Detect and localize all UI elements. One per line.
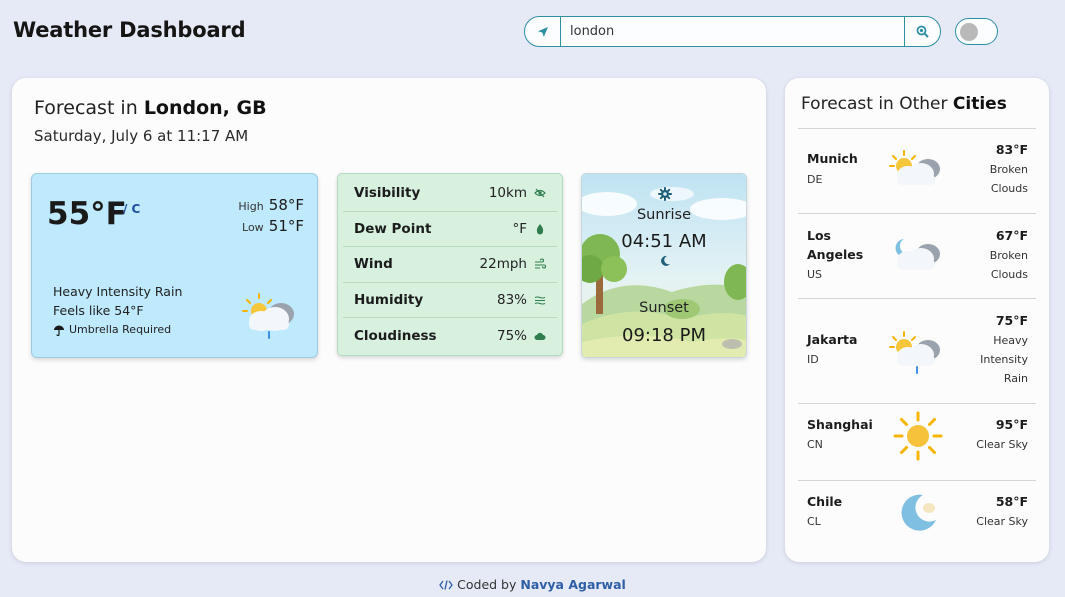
advice: Umbrella Required [53, 323, 171, 336]
detail-label: Wind [354, 256, 393, 273]
current-temperature: 55°F [47, 196, 127, 232]
detail-row-cloudiness: Cloudiness 75% [343, 318, 557, 354]
detail-row-visibility: Visibility 10km [343, 176, 557, 212]
city-name: Shanghai [807, 417, 873, 432]
city-country: ID [807, 353, 819, 366]
city-desc: Clear Sky [976, 515, 1028, 528]
other-cities-heading: Forecast in Other Cities [801, 94, 1007, 114]
city-country: DE [807, 173, 823, 186]
toggle-knob [960, 22, 978, 41]
detail-value: 75% [496, 327, 527, 344]
city-name: Munich [807, 151, 858, 166]
location-name: London, GB [143, 97, 267, 119]
city-desc: Broken Clouds [989, 249, 1028, 281]
forecast-heading: Forecast in London, GB [34, 97, 267, 119]
high-low: High 58°F Low 51°F [238, 195, 304, 237]
sunrise-time: 04:51 AM [621, 231, 707, 252]
high-value: 58°F [268, 196, 304, 214]
city-name: Los Angeles [807, 228, 864, 262]
dark-mode-toggle[interactable] [955, 18, 998, 45]
detail-value: 10km [488, 185, 527, 202]
sun-cloud-icon [889, 150, 940, 185]
detail-label: Visibility [354, 185, 421, 202]
feels-like: Feels like 54°F [53, 303, 144, 318]
moon-icon [901, 494, 936, 531]
search-button[interactable] [904, 17, 940, 46]
author-link[interactable]: Navya Agarwal [520, 577, 625, 592]
detail-label: Cloudiness [354, 327, 437, 344]
detail-value: °F [512, 220, 527, 237]
sun-icon [893, 411, 943, 461]
eye-slash-icon [534, 188, 546, 198]
city-temp: 58°F [995, 494, 1028, 509]
navigation-arrow-icon [537, 26, 548, 37]
umbrella-icon [54, 325, 64, 336]
sun-cloud-rain-icon [889, 331, 940, 374]
temperature-card: 55°F / C High 58°F Low 51°F Heavy Intens… [31, 173, 318, 358]
detail-row-dew-point: Dew Point °F [343, 212, 557, 247]
low-label: Low [242, 221, 264, 234]
detail-row-humidity: Humidity 83% [343, 283, 557, 318]
city-search-input[interactable] [561, 17, 904, 46]
footer-prefix: Coded by [457, 577, 521, 592]
detail-label: Dew Point [354, 220, 432, 237]
advice-text: Umbrella Required [69, 323, 172, 336]
sun-gear-icon [658, 187, 672, 201]
cloud-icon [534, 332, 546, 340]
moon-icon [661, 255, 670, 266]
city-row-jakarta[interactable]: Jakarta ID 75°F Heavy Intensity Rain [798, 299, 1036, 404]
city-country: CN [807, 438, 823, 451]
sunset-time: 09:18 PM [622, 325, 706, 346]
sunrise-sunset-card: Sunrise 04:51 AM Sunset 09:18 PM [581, 173, 747, 358]
city-name: Jakarta [807, 332, 858, 347]
city-row-los-angeles[interactable]: Los Angeles US 67°F Broken Clouds [798, 214, 1036, 299]
code-icon [439, 580, 453, 590]
humidity-lines-icon [534, 296, 546, 305]
app-title: Weather Dashboard [13, 18, 246, 42]
detail-value: 83% [496, 291, 527, 308]
detail-row-wind: Wind 22mph [343, 247, 557, 283]
droplet-icon [536, 223, 544, 235]
detail-label: Humidity [354, 291, 424, 308]
date-time: Saturday, July 6 at 11:17 AM [34, 127, 249, 145]
other-cities-panel: Forecast in Other Cities Munich DE 83°F … [785, 78, 1049, 562]
condition-text: Heavy Intensity Rain [53, 284, 183, 299]
heading-bold: Cities [952, 94, 1007, 114]
city-country: CL [807, 515, 821, 528]
city-row-chile[interactable]: Chile CL 58°F Clear Sky [798, 481, 1036, 553]
city-desc: Heavy Intensity Rain [980, 334, 1028, 385]
low-value: 51°F [268, 217, 304, 235]
city-name: Chile [807, 494, 843, 509]
heading-prefix: Forecast in Other [801, 94, 953, 114]
city-temp: 95°F [995, 417, 1028, 432]
detail-value: 22mph [479, 256, 527, 273]
wind-icon [535, 258, 546, 269]
main-forecast-panel: Forecast in London, GB Saturday, July 6 … [12, 78, 766, 562]
sunrise-label: Sunrise [636, 207, 692, 223]
city-row-shanghai[interactable]: Shanghai CN 95°F Clear Sky [798, 404, 1036, 481]
moon-cloud-icon [895, 239, 940, 270]
city-country: US [807, 268, 823, 281]
current-location-button[interactable] [525, 17, 561, 46]
high-label: High [238, 200, 264, 213]
heading-prefix: Forecast in [34, 97, 144, 119]
city-temp: 75°F [995, 313, 1028, 328]
city-desc: Broken Clouds [989, 163, 1028, 195]
sun-cloud-rain-icon [242, 293, 294, 339]
magnifier-icon [916, 25, 929, 38]
unit-switch-celsius[interactable]: / C [123, 202, 140, 216]
city-temp: 67°F [995, 228, 1028, 243]
city-row-munich[interactable]: Munich DE 83°F Broken Clouds [798, 129, 1036, 214]
footer: Coded by Navya Agarwal [0, 577, 1065, 592]
city-list: Munich DE 83°F Broken Clouds Los Angeles… [798, 128, 1036, 553]
sunset-label: Sunset [639, 300, 689, 316]
search-bar [524, 16, 941, 47]
city-temp: 83°F [995, 142, 1028, 157]
city-desc: Clear Sky [976, 438, 1028, 451]
weather-details-card: Visibility 10km Dew Point °F Wind 22mph … [337, 173, 563, 356]
